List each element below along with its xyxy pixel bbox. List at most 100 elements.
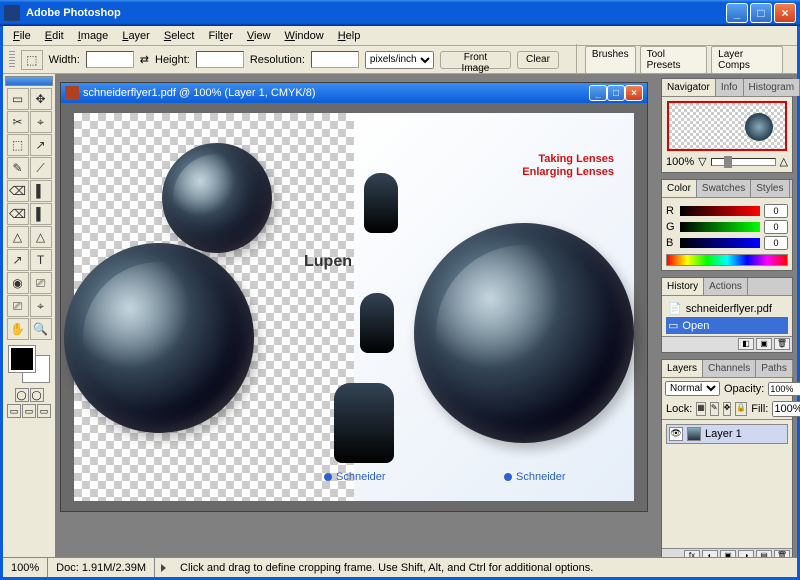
tab-paths[interactable]: Paths [756,360,793,377]
toolbox-header[interactable] [5,76,53,86]
menu-help[interactable]: Help [332,28,367,44]
zoom-in-icon[interactable]: △ [780,155,788,168]
maximize-button[interactable]: □ [750,3,772,23]
well-layer-comps[interactable]: Layer Comps [711,46,783,74]
tool-history-brush[interactable]: ▌ [30,180,52,202]
color-swatches[interactable] [7,344,51,384]
r-slider[interactable] [680,206,760,216]
tab-swatches[interactable]: Swatches [697,180,751,197]
tab-histogram[interactable]: Histogram [744,79,800,96]
menu-view[interactable]: View [241,28,277,44]
brand-right: Schneider [504,471,566,483]
resolution-input[interactable] [311,51,359,68]
tab-history[interactable]: History [662,278,704,295]
menu-select[interactable]: Select [158,28,201,44]
tool-brush[interactable]: ⟋ [30,157,52,179]
tool-eraser[interactable]: ⌫ [7,203,29,225]
visibility-icon[interactable]: 👁 [669,427,683,441]
history-trash-icon[interactable]: 🗑 [774,338,790,350]
front-image-button[interactable]: Front Image [440,51,511,69]
doc-maximize[interactable]: □ [607,85,625,101]
width-input[interactable] [86,51,134,68]
history-snap-icon[interactable]: ▣ [756,338,772,350]
tool-notes[interactable]: ⎚ [7,295,29,317]
foreground-color[interactable] [9,346,35,372]
screenmode-3[interactable]: ▭ [37,404,51,418]
layer-row[interactable]: 👁 Layer 1 [666,424,788,444]
quickmask-on[interactable]: ◯ [30,388,44,402]
tool-stamp[interactable]: ⌫ [7,180,29,202]
close-button[interactable]: × [774,3,796,23]
spectrum-ramp[interactable] [666,254,788,266]
tab-layers[interactable]: Layers [662,360,703,377]
tool-type[interactable]: T [30,249,52,271]
g-label: G [666,221,676,233]
tool-path[interactable]: ↗ [7,249,29,271]
well-brushes[interactable]: Brushes [585,46,636,74]
history-step-open[interactable]: ▭ Open [666,317,788,334]
history-new-icon[interactable]: ◧ [738,338,754,350]
menu-file[interactable]: File [7,28,37,44]
minimize-button[interactable]: _ [726,3,748,23]
tool-wand[interactable]: ⌖ [30,111,52,133]
menu-edit[interactable]: Edit [39,28,70,44]
status-arrow-icon[interactable] [161,564,166,572]
lock-paint-icon[interactable]: ✎ [710,402,719,416]
doc-minimize[interactable]: _ [589,85,607,101]
tool-slice[interactable]: ↗ [30,134,52,156]
status-zoom[interactable]: 100% [3,558,48,577]
tab-actions[interactable]: Actions [704,278,748,295]
lock-trans-icon[interactable]: ▦ [696,402,706,416]
opacity-value[interactable] [768,382,800,396]
tool-hand[interactable]: ✋ [7,318,29,340]
r-value[interactable] [764,204,788,218]
tool-eyedrop[interactable]: ⌖ [30,295,52,317]
fill-value[interactable] [772,401,800,417]
history-doc[interactable]: 📄 schneiderflyer.pdf [666,300,788,317]
tool-zoom[interactable]: 🔍 [30,318,52,340]
menu-filter[interactable]: Filter [202,28,238,44]
blend-mode-select[interactable]: Normal [665,381,720,396]
height-input[interactable] [196,51,244,68]
screenmode-1[interactable]: ▭ [7,404,21,418]
b-value[interactable] [764,236,788,250]
tab-styles[interactable]: Styles [751,180,789,197]
menu-layer[interactable]: Layer [116,28,156,44]
tool-dodge[interactable]: △ [30,226,52,248]
menu-window[interactable]: Window [279,28,330,44]
tool-blur[interactable]: △ [7,226,29,248]
screenmode-2[interactable]: ▭ [22,404,36,418]
tab-color[interactable]: Color [662,180,697,197]
tab-info[interactable]: Info [716,79,744,96]
zoom-slider[interactable] [711,158,776,166]
tool-crop[interactable]: ⬚ [7,134,29,156]
lock-all-icon[interactable]: 🔒 [735,402,747,416]
tab-navigator[interactable]: Navigator [662,79,716,96]
doc-title: schneiderflyer1.pdf @ 100% (Layer 1, CMY… [83,87,589,99]
doc-close[interactable]: × [625,85,643,101]
lock-move-icon[interactable]: ✥ [723,402,732,416]
crop-tool-icon[interactable]: ⬚ [21,50,43,70]
well-tool-presets[interactable]: Tool Presets [640,46,708,74]
status-docsize[interactable]: Doc: 1.91M/2.39M [48,558,155,577]
options-grip[interactable] [9,51,15,69]
tool-pen[interactable]: ◉ [7,272,29,294]
clear-button[interactable]: Clear [517,51,559,69]
zoom-out-icon[interactable]: ▽ [698,155,706,168]
tab-channels[interactable]: Channels [703,360,756,377]
g-value[interactable] [764,220,788,234]
tool-heal[interactable]: ✎ [7,157,29,179]
units-select[interactable]: pixels/inch [365,51,434,69]
menu-image[interactable]: Image [72,28,115,44]
tool-gradient[interactable]: ▌ [30,203,52,225]
quickmask-off[interactable]: ◯ [15,388,29,402]
swap-icon[interactable]: ⇄ [140,53,149,66]
tool-move[interactable]: ✥ [30,88,52,110]
tool-marquee[interactable]: ▭ [7,88,29,110]
g-slider[interactable] [680,222,760,232]
tool-lasso[interactable]: ✂ [7,111,29,133]
canvas[interactable]: 6x Taking Lenses Enlarging Lenses Lupen … [74,113,634,501]
tool-shape[interactable]: ⎚ [30,272,52,294]
b-slider[interactable] [680,238,760,248]
navigator-thumb[interactable] [667,101,787,151]
